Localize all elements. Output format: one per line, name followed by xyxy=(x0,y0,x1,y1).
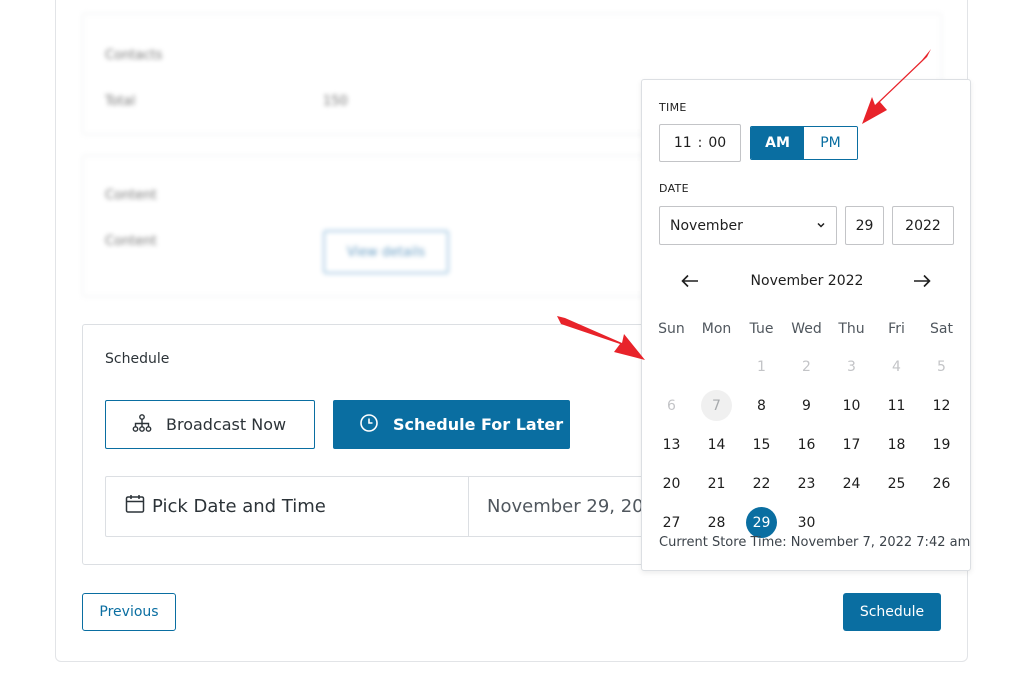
day-cell[interactable]: 18 xyxy=(874,429,919,460)
calendar-month-title: November 2022 xyxy=(750,273,864,289)
clock-icon xyxy=(359,413,379,437)
day-cell[interactable]: 10 xyxy=(829,390,874,421)
time-label: TIME xyxy=(659,101,687,114)
day-input[interactable]: 29 xyxy=(845,206,884,245)
day-cell xyxy=(694,351,739,382)
contacts-label: Total xyxy=(105,94,136,109)
day-cell xyxy=(919,507,964,538)
schedule-title: Schedule xyxy=(105,351,170,367)
view-details-button[interactable]: View details xyxy=(323,230,449,274)
day-cell[interactable]: 19 xyxy=(919,429,964,460)
year-input[interactable]: 2022 xyxy=(892,206,954,245)
day-cell[interactable]: 11 xyxy=(874,390,919,421)
day-cell: 1 xyxy=(757,358,766,375)
day-cell[interactable]: 9 xyxy=(784,390,829,421)
day-cell[interactable]: 14 xyxy=(694,429,739,460)
arrow-left-icon xyxy=(681,272,699,293)
picked-date-value[interactable]: November 29, 2022 xyxy=(487,477,664,536)
day-cell: 5 xyxy=(937,358,946,375)
time-input[interactable]: 11 : 00 xyxy=(659,124,741,162)
day-cell[interactable]: 15 xyxy=(739,429,784,460)
content-title: Content xyxy=(105,188,157,203)
arrow-right-icon xyxy=(913,272,931,293)
month-select-value: November xyxy=(670,217,743,234)
day-cell: 4 xyxy=(892,358,901,375)
date-label: DATE xyxy=(659,182,689,195)
broadcast-now-label: Broadcast Now xyxy=(166,415,287,434)
broadcast-now-button[interactable]: Broadcast Now xyxy=(105,400,315,449)
chevron-down-icon xyxy=(816,218,826,234)
calendar-week: 6 7 8 9 10 11 12 xyxy=(649,386,967,425)
weekday-header: Sun Mon Tue Wed Thu Fri Sat xyxy=(649,317,967,341)
previous-month-button[interactable] xyxy=(676,270,704,294)
time-separator: : xyxy=(697,135,703,151)
date-time-popover: TIME 11 : 00 AM PM DATE November 29 2022… xyxy=(641,79,971,571)
schedule-for-later-label: Schedule For Later xyxy=(393,415,564,434)
day-cell xyxy=(649,351,694,382)
hour-input[interactable]: 11 xyxy=(674,135,692,151)
day-cell: 3 xyxy=(847,358,856,375)
day-cell-selected[interactable]: 29 xyxy=(739,507,784,538)
day-cell[interactable]: 17 xyxy=(829,429,874,460)
day-cell[interactable]: 13 xyxy=(649,429,694,460)
weekday-sat: Sat xyxy=(930,321,953,337)
day-cell[interactable]: 26 xyxy=(919,468,964,499)
day-cell[interactable]: 21 xyxy=(694,468,739,499)
day-cell[interactable]: 16 xyxy=(784,429,829,460)
day-cell[interactable]: 22 xyxy=(739,468,784,499)
day-cell xyxy=(829,507,874,538)
calendar-week: 1 2 3 4 5 xyxy=(649,347,967,386)
schedule-button[interactable]: Schedule xyxy=(843,593,941,631)
day-cell[interactable]: 28 xyxy=(694,507,739,538)
day-cell[interactable]: 25 xyxy=(874,468,919,499)
schedule-for-later-button[interactable]: Schedule For Later xyxy=(333,400,570,449)
weekday-mon: Mon xyxy=(701,321,732,337)
content-label: Content xyxy=(105,234,157,249)
pick-date-label: Pick Date and Time xyxy=(152,496,326,517)
day-cell[interactable]: 23 xyxy=(784,468,829,499)
calendar-week: 13 14 15 16 17 18 19 xyxy=(649,425,967,464)
day-cell xyxy=(874,507,919,538)
day-cell: 2 xyxy=(802,358,811,375)
weekday-tue: Tue xyxy=(749,321,774,337)
day-cell[interactable]: 12 xyxy=(919,390,964,421)
pm-button[interactable]: PM xyxy=(804,127,857,159)
date-time-picker-field[interactable]: Pick Date and Time November 29, 2022 xyxy=(105,476,665,537)
contacts-title: Contacts xyxy=(105,48,163,63)
am-pm-toggle: AM PM xyxy=(750,126,858,160)
minute-input[interactable]: 00 xyxy=(708,135,726,151)
pick-date-label-cell: Pick Date and Time xyxy=(106,477,469,536)
contacts-value: 150 xyxy=(323,94,348,109)
calendar-grid: Sun Mon Tue Wed Thu Fri Sat 1 2 3 4 5 6 … xyxy=(649,317,967,542)
weekday-thu: Thu xyxy=(838,321,865,337)
day-cell[interactable]: 20 xyxy=(649,468,694,499)
day-cell-today: 7 xyxy=(694,390,739,421)
month-select[interactable]: November xyxy=(659,206,837,245)
calendar-icon xyxy=(124,493,146,520)
day-cell: 6 xyxy=(667,397,676,414)
day-cell[interactable]: 8 xyxy=(739,390,784,421)
sitemap-icon xyxy=(132,413,152,437)
day-cell[interactable]: 27 xyxy=(649,507,694,538)
calendar-week: 20 21 22 23 24 25 26 xyxy=(649,464,967,503)
schedule-card: Schedule Broadcast Now Schedule For Late… xyxy=(82,324,665,565)
day-cell[interactable]: 30 xyxy=(784,507,829,538)
next-month-button[interactable] xyxy=(908,270,936,294)
current-store-time: Current Store Time: November 7, 2022 7:4… xyxy=(659,535,971,550)
weekday-sun: Sun xyxy=(658,321,685,337)
previous-button[interactable]: Previous xyxy=(82,593,176,631)
weekday-wed: Wed xyxy=(791,321,822,337)
weekday-fri: Fri xyxy=(888,321,905,337)
day-cell[interactable]: 24 xyxy=(829,468,874,499)
am-button[interactable]: AM xyxy=(751,127,804,159)
